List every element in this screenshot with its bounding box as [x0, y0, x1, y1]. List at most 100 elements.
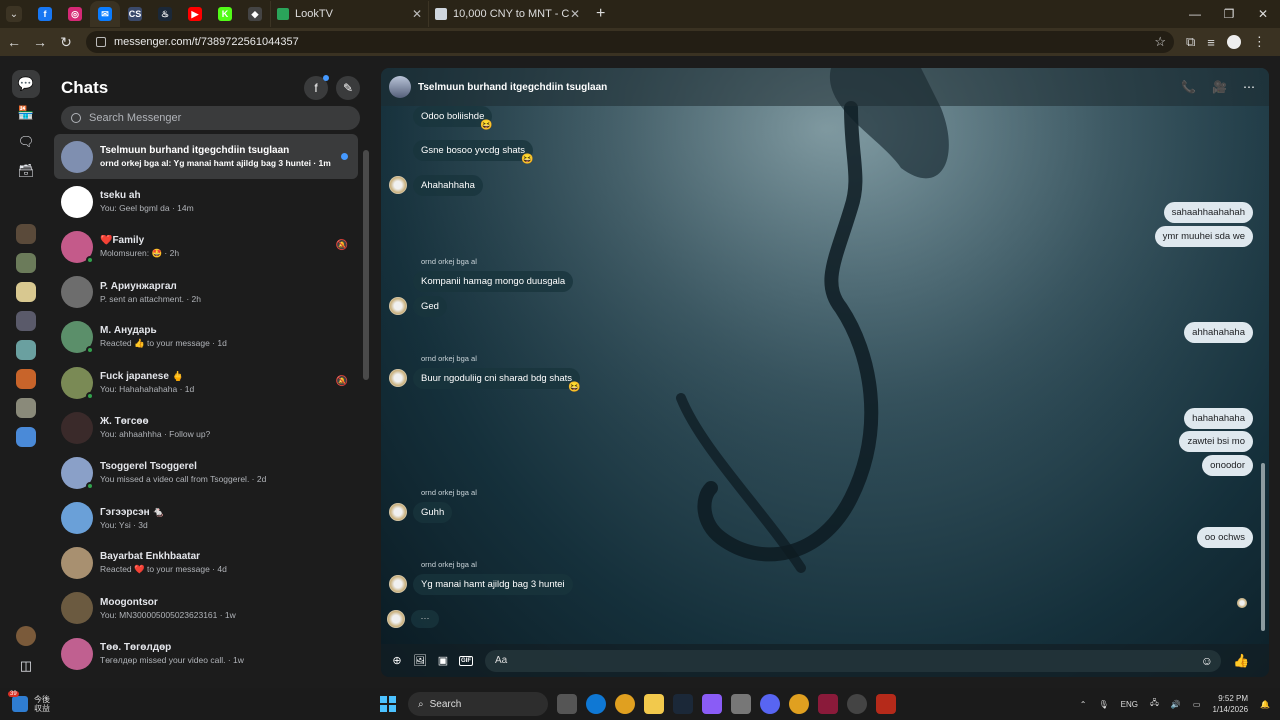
forward-button[interactable]: →	[28, 34, 52, 50]
user-avatar[interactable]	[16, 626, 36, 646]
sidebar-scrollbar[interactable]	[363, 150, 369, 380]
marketplace-icon[interactable]: 🏪	[12, 99, 40, 127]
chat-list-item[interactable]: Гэгээрсэн 🐁 You: Ysi · 3d	[54, 496, 358, 541]
edge-icon[interactable]	[586, 694, 606, 714]
browser-menu-icon[interactable]: ⋮	[1253, 34, 1266, 50]
chrome-profile-icon[interactable]	[789, 694, 809, 714]
message-bubble[interactable]: oo ochws	[1196, 527, 1253, 548]
gif-icon[interactable]: GIF	[459, 655, 473, 666]
maximize-button[interactable]: ❐	[1212, 0, 1246, 28]
chat-list-item[interactable]: Ж. Төгсөө You: ahhaahhha · Follow up?	[54, 405, 358, 450]
search-messenger-input[interactable]: Search Messenger	[61, 106, 360, 130]
back-button[interactable]: ←	[2, 34, 26, 50]
copilot-icon[interactable]	[702, 694, 722, 714]
scroll-thumb[interactable]	[1261, 463, 1265, 631]
community-avatar[interactable]	[16, 398, 36, 418]
close-window-button[interactable]: ✕	[1246, 0, 1280, 28]
chat-list-item[interactable]: tseku ah You: Geel bgml da · 14m	[54, 179, 358, 224]
reaction-emoji[interactable]: 😆	[521, 154, 533, 165]
message-bubble[interactable]: onoodor	[1202, 455, 1253, 476]
voice-call-icon[interactable]: 📞	[1181, 80, 1196, 94]
toggle-sidebar-icon[interactable]: ◫	[12, 652, 40, 680]
community-avatar[interactable]	[16, 340, 36, 360]
message-bubble[interactable]: ahhahahaha	[1184, 322, 1253, 343]
message-bubble[interactable]: ymr muuhei sda we	[1154, 226, 1253, 247]
pinned-tab[interactable]: CS	[120, 1, 150, 27]
requests-icon[interactable]: 🗨	[12, 128, 40, 156]
chat-list-item[interactable]: Fuck japanese 🖕 You: Hahahahahaha · 1d 🔕	[54, 360, 358, 405]
dota-icon[interactable]	[876, 694, 896, 714]
bookmark-star-icon[interactable]: ☆	[1154, 34, 1166, 50]
like-button[interactable]: 👍	[1233, 653, 1249, 669]
facebook-button[interactable]: f	[304, 75, 329, 100]
sender-avatar[interactable]	[389, 297, 407, 315]
community-avatar[interactable]	[16, 282, 36, 302]
new-tab-button[interactable]: +	[596, 5, 605, 23]
pinned-tab[interactable]: f	[30, 1, 60, 27]
reload-button[interactable]: ↻	[54, 34, 78, 51]
widgets-button[interactable]: 39 今後 収益	[8, 691, 50, 713]
extensions-icon[interactable]: ⧉	[1186, 34, 1195, 50]
close-tab-icon[interactable]: ✕	[570, 7, 580, 21]
community-avatar[interactable]	[16, 253, 36, 273]
video-call-icon[interactable]: 🎥	[1212, 80, 1227, 94]
app-icon[interactable]	[818, 694, 838, 714]
chat-list-item[interactable]: Р. Ариунжаргал P. sent an attachment. · 2…	[54, 270, 358, 315]
site-info-icon[interactable]	[96, 37, 106, 47]
message-bubble[interactable]: Buur ngoduliig cni sharad bdg shats	[413, 368, 581, 389]
chats-nav-icon[interactable]: 💬	[12, 70, 40, 98]
image-icon[interactable]: 🖼	[413, 654, 427, 668]
clock[interactable]: 9:52 PM 1/14/2026	[1212, 693, 1248, 715]
plus-icon[interactable]: ⊕	[390, 654, 404, 668]
conversation-title[interactable]: Tselmuun burhand itgegchdiin tsuglaan	[418, 82, 607, 93]
file-explorer-icon[interactable]	[644, 694, 664, 714]
pinned-tab[interactable]: ◎	[60, 1, 90, 27]
task-view-icon[interactable]	[557, 694, 577, 714]
message-bubble[interactable]: Kompanii hamag mongo duusgala	[413, 271, 574, 292]
sender-avatar[interactable]	[389, 176, 407, 194]
close-tab-icon[interactable]: ✕	[412, 7, 422, 21]
sender-avatar[interactable]	[389, 369, 407, 387]
message-bubble[interactable]: Ged	[413, 296, 447, 317]
url-bar[interactable]: messenger.com/t/7389722561044357 ☆	[86, 31, 1174, 53]
start-button[interactable]	[380, 696, 396, 712]
battery-icon[interactable]: ▭	[1193, 700, 1201, 709]
store-icon[interactable]	[731, 694, 751, 714]
reaction-emoji[interactable]: 😆	[480, 120, 492, 131]
sticker-icon[interactable]: ▣	[436, 654, 450, 668]
message-bubble[interactable]: Yg manai hamt ajildg bag 3 huntei	[413, 574, 573, 595]
message-bubble[interactable]: sahaahhaahahah	[1163, 202, 1253, 223]
message-bubble[interactable]: zawtei bsi mo	[1179, 431, 1253, 452]
message-input[interactable]: Aa ☺	[485, 649, 1221, 672]
new-message-button[interactable]: ✎	[336, 76, 360, 100]
more-options-icon[interactable]: ⋯	[1243, 80, 1255, 94]
tab-search-dropdown[interactable]: ⌄	[6, 6, 22, 22]
chat-list-item[interactable]: Tselmuun burhand itgegchdiin tsuglaan orn…	[54, 134, 358, 180]
community-avatar[interactable]	[16, 427, 36, 447]
pinned-tab[interactable]: K	[210, 1, 240, 27]
group-avatar[interactable]	[389, 76, 411, 98]
tab-looktv[interactable]: LookTV ✕	[270, 1, 428, 27]
app-icon[interactable]	[847, 694, 867, 714]
sender-avatar[interactable]	[389, 503, 407, 521]
tray-overflow-icon[interactable]: ⌃	[1080, 700, 1087, 709]
pinned-tab[interactable]: ♨	[150, 1, 180, 27]
chat-list-item[interactable]: М. Анударь Reacted 👍 to your message · 1d	[54, 315, 358, 360]
archive-icon[interactable]: 🗃	[12, 157, 40, 185]
language-indicator[interactable]: ENG	[1121, 700, 1138, 709]
media-controls-icon[interactable]: ≡	[1207, 35, 1215, 50]
chat-list-item[interactable]: Bayarbat Enkhbaatar Reacted ❤️ to your me…	[54, 541, 358, 586]
microphone-icon[interactable]: 🎙	[1098, 700, 1108, 709]
community-avatar[interactable]	[16, 224, 36, 244]
emoji-icon[interactable]: ☺	[1201, 654, 1213, 668]
message-bubble[interactable]: Gsne bosoo yvcdg shats	[413, 140, 534, 161]
pinned-tab[interactable]: ▶	[180, 1, 210, 27]
chat-list-item[interactable]: ❤️Family Molomsuren: 🤩 · 2h 🔕	[54, 224, 358, 269]
steam-icon[interactable]	[673, 694, 693, 714]
network-icon[interactable]: 🖧	[1150, 697, 1159, 711]
pinned-tab[interactable]: ✉	[90, 1, 120, 27]
taskbar-search[interactable]: ⌕ Search	[408, 692, 548, 716]
conversation-scrollbar[interactable]	[1261, 118, 1265, 648]
message-bubble[interactable]: Guhh	[413, 502, 453, 523]
chrome-icon[interactable]	[615, 694, 635, 714]
